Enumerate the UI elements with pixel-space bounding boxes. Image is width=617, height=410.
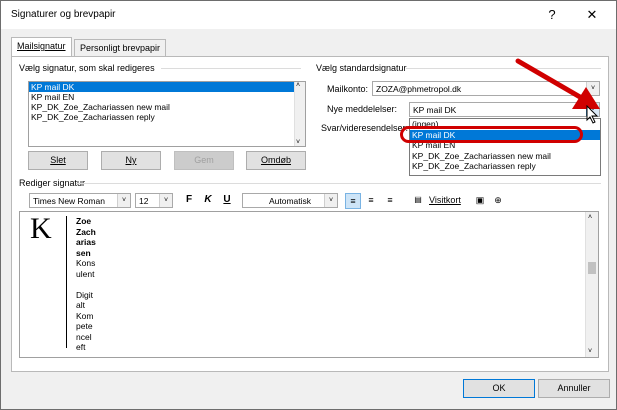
logo: K	[30, 212, 52, 245]
title-bar: Signaturer og brevpapir ? ✕	[1, 1, 616, 29]
signature-listbox[interactable]: KP mail DK KP mail EN KP_DK_Zoe_Zacharia…	[28, 81, 306, 147]
new-button[interactable]: Ny	[101, 151, 161, 170]
close-button[interactable]: ✕	[579, 5, 605, 25]
editor-scrollbar[interactable]: ˄ ˅	[585, 212, 598, 357]
delete-button[interactable]: Slet	[28, 151, 88, 170]
vcard-button[interactable]: Visitkort	[429, 195, 461, 205]
hyperlink-icon[interactable]: ⊕	[491, 193, 505, 207]
select-signature-group-title: Vælg signatur, som skal redigeres	[19, 63, 155, 73]
chevron-up-icon[interactable]: ˄	[296, 82, 300, 89]
chevron-up-icon[interactable]: ˄	[588, 214, 592, 221]
help-button[interactable]: ?	[539, 5, 565, 25]
account-label: Mailkonto:	[327, 84, 369, 94]
highlight-oval	[400, 126, 583, 143]
default-signature-group-title: Vælg standardsignatur	[316, 63, 407, 73]
font-select[interactable]: Times New Roman ˅	[29, 193, 131, 208]
listbox-scrollbar[interactable]: ˄ ˅	[294, 82, 305, 146]
dropdown-item[interactable]: KP_DK_Zoe_Zachariassen reply	[410, 161, 600, 172]
signature-divider	[66, 216, 67, 348]
chevron-down-icon[interactable]: ˅	[324, 194, 337, 207]
tab-mailsignatur[interactable]: Mailsignatur	[11, 37, 72, 57]
chevron-down-icon[interactable]: ˅	[588, 348, 592, 355]
list-item[interactable]: KP_DK_Zoe_Zachariassen reply	[29, 112, 305, 122]
list-item[interactable]: KP mail DK	[29, 82, 305, 92]
dropdown-item[interactable]: KP_DK_Zoe_Zachariassen new mail	[410, 151, 600, 162]
ok-button[interactable]: OK	[463, 379, 535, 398]
dialog-window: Signaturer og brevpapir ? ✕ Mailsignatur…	[0, 0, 617, 410]
window-title: Signaturer og brevpapir	[11, 9, 116, 20]
picture-icon[interactable]: ▣	[473, 193, 487, 207]
cancel-button[interactable]: Annuller	[538, 379, 610, 398]
save-button[interactable]: Gem	[174, 151, 234, 170]
italic-button[interactable]: K	[201, 193, 215, 207]
new-messages-label: Nye meddelelser:	[327, 104, 398, 114]
reply-label: Svar/videresendelser:	[321, 123, 409, 133]
align-right-icon[interactable]: ≡	[383, 193, 397, 207]
signature-text: Zoe Zach arias sen Kons ulent Digit alt …	[76, 216, 96, 352]
font-size-select[interactable]: 12 ˅	[135, 193, 173, 208]
scroll-thumb[interactable]	[588, 262, 596, 274]
bold-button[interactable]: F	[182, 193, 196, 207]
underline-button[interactable]: U	[220, 193, 234, 207]
align-left-icon[interactable]: ≡	[345, 193, 361, 209]
chevron-down-icon[interactable]: ˅	[296, 139, 300, 146]
group-divider	[161, 68, 301, 69]
signature-editor[interactable]: K Zoe Zach arias sen Kons ulent Digit al…	[19, 211, 599, 358]
chevron-down-icon[interactable]: ˅	[159, 194, 172, 207]
mouse-cursor-icon	[586, 105, 599, 124]
rename-button[interactable]: Omdøb	[246, 151, 306, 170]
chevron-down-icon[interactable]: ˅	[117, 194, 130, 207]
tab-personligt-brevpapir[interactable]: Personligt brevpapir	[74, 39, 167, 57]
list-item[interactable]: KP_DK_Zoe_Zachariassen new mail	[29, 102, 305, 112]
vcard-icon[interactable]: ▤	[411, 193, 425, 207]
color-select[interactable]: Automatisk ˅	[242, 193, 338, 208]
group-divider	[76, 183, 601, 184]
align-center-icon[interactable]: ≡	[364, 193, 378, 207]
list-item[interactable]: KP mail EN	[29, 92, 305, 102]
